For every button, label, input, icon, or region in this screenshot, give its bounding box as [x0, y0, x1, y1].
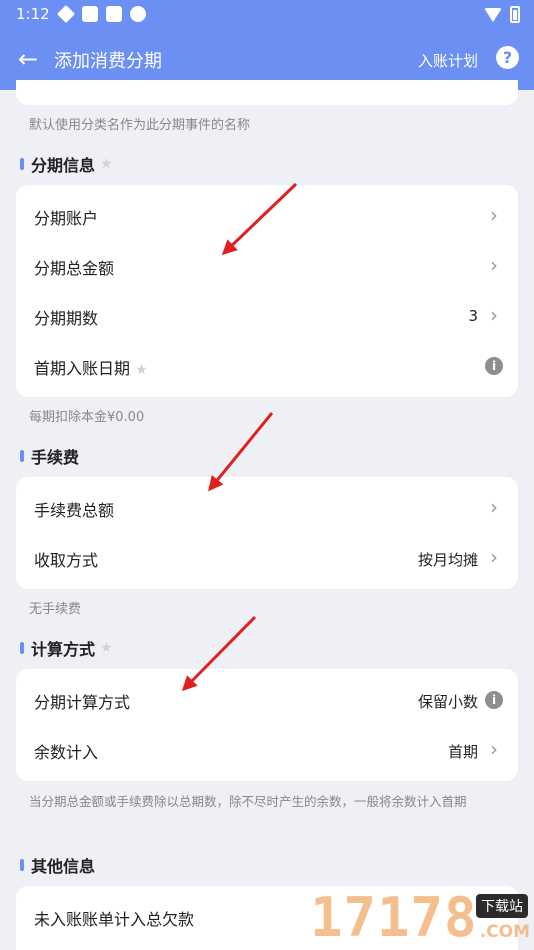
calc-hint: 当分期总金额或手续费除以总期数，除不尽时产生的余数，一般将余数计入首期: [29, 794, 467, 809]
remainder-row[interactable]: 余数计入 首期 ›: [16, 725, 518, 775]
status-time: 1:12: [16, 5, 50, 23]
installment-account-row[interactable]: 分期账户 ›: [16, 191, 518, 241]
star-icon: ★: [135, 362, 148, 378]
info-icon[interactable]: i: [485, 357, 503, 375]
chevron-right-icon: ›: [490, 253, 498, 277]
chevron-right-icon: ›: [490, 495, 498, 519]
first-billing-date-label: 首期入账日期: [34, 359, 131, 378]
status-bar: 1:12: [0, 0, 534, 28]
row-label: 收取方式: [34, 551, 99, 570]
message-notification-icon: [82, 6, 98, 22]
section-accent-bar: [20, 158, 24, 170]
installment-card: 分期账户 › 分期总金额 › 分期期数 3 › 首期入账日期 ★ i: [16, 185, 518, 397]
calc-section-title: 计算方式: [31, 640, 96, 659]
first-billing-date-row[interactable]: 首期入账日期 ★ i: [16, 341, 518, 391]
font-notification-icon: [106, 6, 122, 22]
fee-section-header: 手续费: [20, 445, 79, 467]
row-label: 未入账账单计入总欠款: [34, 910, 195, 929]
installment-section-title: 分期信息: [31, 156, 96, 175]
category-name-card[interactable]: [16, 80, 518, 105]
fee-total-row[interactable]: 手续费总额 ›: [16, 483, 518, 533]
star-icon: ★: [100, 156, 113, 172]
row-label: 余数计入: [34, 743, 99, 762]
row-label: 分期账户: [34, 209, 99, 228]
battery-icon: [510, 6, 520, 23]
installment-calc-method-row[interactable]: 分期计算方式 保留小数 i: [16, 675, 518, 725]
other-section-title: 其他信息: [31, 857, 96, 876]
installment-section-header: 分期信息 ★: [20, 153, 113, 175]
row-label: 手续费总额: [34, 501, 115, 520]
calc-card: 分期计算方式 保留小数 i 余数计入 首期 ›: [16, 669, 518, 781]
installment-periods-value: 3: [468, 307, 478, 325]
row-label: 首期入账日期 ★: [34, 355, 148, 379]
installment-total-amount-row[interactable]: 分期总金额 ›: [16, 241, 518, 291]
watermark-sub: .COM: [479, 922, 530, 942]
fee-collection-method-value: 按月均摊: [417, 551, 478, 569]
calc-section-header: 计算方式 ★: [20, 637, 113, 659]
star-icon: ★: [100, 640, 113, 656]
row-label: 分期计算方式: [34, 693, 131, 712]
fee-card: 手续费总额 › 收取方式 按月均摊 ›: [16, 477, 518, 589]
wifi-icon: [484, 7, 502, 22]
chevron-right-icon: ›: [490, 545, 498, 569]
chevron-right-icon: ›: [490, 203, 498, 227]
site-watermark-logo: 17178 下载站 .COM: [306, 886, 534, 950]
billing-plan-button[interactable]: 入账计划: [418, 50, 478, 71]
status-notification-icons: [56, 4, 146, 24]
help-icon[interactable]: ?: [496, 46, 519, 69]
chevron-right-icon: ›: [490, 737, 498, 761]
other-section-header: 其他信息: [20, 854, 95, 876]
status-system-icons: [484, 6, 520, 23]
watermark-badge: 下载站: [476, 894, 528, 918]
remainder-value: 首期: [447, 743, 478, 761]
fee-section-title: 手续费: [31, 448, 80, 467]
category-name-hint: 默认使用分类名作为此分期事件的名称: [29, 118, 251, 133]
page-title: 添加消费分期: [54, 51, 162, 72]
app-notification-icon: [56, 4, 76, 24]
row-label: 分期期数: [34, 309, 99, 328]
section-accent-bar: [20, 859, 24, 871]
info-icon[interactable]: i: [485, 691, 503, 709]
watermark-digits: 17178: [310, 886, 478, 949]
fee-collection-method-row[interactable]: 收取方式 按月均摊 ›: [16, 533, 518, 583]
section-accent-bar: [20, 450, 24, 462]
back-arrow-icon[interactable]: ←: [14, 45, 42, 73]
installment-hint: 每期扣除本金¥0.00: [29, 410, 145, 425]
circle-notification-icon: [130, 6, 146, 22]
calc-method-value: 保留小数: [417, 693, 478, 711]
installment-periods-row[interactable]: 分期期数 3 ›: [16, 291, 518, 341]
fee-hint: 无手续费: [29, 602, 82, 617]
row-label: 分期总金额: [34, 259, 115, 278]
chevron-right-icon: ›: [490, 303, 498, 327]
section-accent-bar: [20, 642, 24, 654]
